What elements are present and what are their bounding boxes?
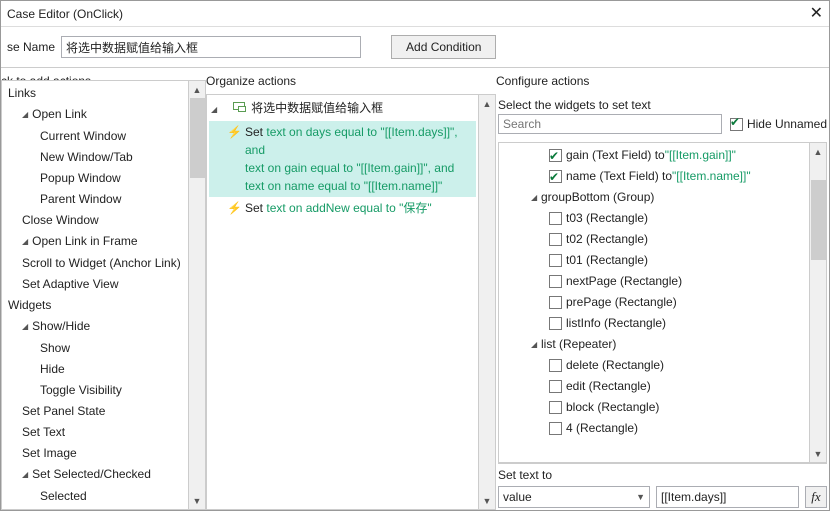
tree-item[interactable]: Scroll to Widget (Anchor Link) bbox=[4, 253, 186, 274]
widget-checkbox[interactable] bbox=[549, 170, 562, 183]
widget-checkbox[interactable] bbox=[549, 401, 562, 414]
case-editor-dialog: Case Editor (OnClick) ✕ se Name Add Cond… bbox=[0, 0, 830, 511]
widget-row[interactable]: t02 (Rectangle) bbox=[501, 229, 807, 250]
scroll-up-icon[interactable]: ▲ bbox=[810, 143, 826, 160]
widget-row[interactable]: delete (Rectangle) bbox=[501, 355, 807, 376]
configure-panel: Configure actions Select the widgets to … bbox=[496, 67, 829, 510]
scroll-down-icon[interactable]: ▼ bbox=[479, 492, 495, 509]
widget-tree[interactable]: gain (Text Field) to "[[Item.gain]]"name… bbox=[499, 143, 809, 462]
search-input[interactable] bbox=[498, 114, 722, 134]
widget-row[interactable]: t03 (Rectangle) bbox=[501, 208, 807, 229]
fx-button[interactable]: fx bbox=[805, 486, 827, 508]
widget-checkbox[interactable] bbox=[549, 233, 562, 246]
scroll-up-icon[interactable]: ▲ bbox=[189, 81, 205, 98]
add-condition-button[interactable]: Add Condition bbox=[391, 35, 496, 59]
widget-group[interactable]: ◢list (Repeater) bbox=[501, 334, 807, 355]
scroll-thumb[interactable] bbox=[190, 98, 205, 178]
widget-checkbox[interactable] bbox=[549, 254, 562, 267]
tree-item[interactable]: Close Window bbox=[4, 210, 186, 231]
select-widgets-label: Select the widgets to set text bbox=[498, 96, 827, 114]
tree-item[interactable]: Hide bbox=[4, 359, 186, 380]
scroll-down-icon[interactable]: ▼ bbox=[810, 445, 826, 462]
tree-item[interactable]: Toggle Visibility bbox=[4, 380, 186, 401]
tree-item[interactable]: Popup Window bbox=[4, 168, 186, 189]
action-item[interactable]: ⚡Set text on addNew equal to "保存" bbox=[209, 197, 476, 219]
scrollbar[interactable]: ▲ ▼ bbox=[809, 143, 826, 462]
tree-item[interactable]: Open Link in Frame bbox=[4, 231, 186, 253]
tree-item[interactable]: Selected bbox=[4, 486, 186, 507]
set-text-to-label: Set text to bbox=[498, 468, 827, 482]
close-icon[interactable]: ✕ bbox=[810, 3, 823, 23]
tree-item[interactable]: Current Window bbox=[4, 126, 186, 147]
tree-item[interactable]: Set Panel State bbox=[4, 401, 186, 422]
widget-checkbox[interactable] bbox=[549, 275, 562, 288]
widget-row[interactable]: block (Rectangle) bbox=[501, 397, 807, 418]
widget-row[interactable]: t01 (Rectangle) bbox=[501, 250, 807, 271]
tree-item[interactable]: New Window/Tab bbox=[4, 147, 186, 168]
configure-heading: Configure actions bbox=[496, 68, 829, 94]
scroll-thumb[interactable] bbox=[811, 180, 826, 260]
value-input[interactable]: [[Item.days]] bbox=[656, 486, 799, 508]
window-title: Case Editor (OnClick) bbox=[7, 7, 123, 21]
widget-checkbox[interactable] bbox=[549, 422, 562, 435]
actions-panel: ck to add actions LinksOpen LinkCurrent … bbox=[1, 67, 206, 510]
widget-checkbox[interactable] bbox=[549, 149, 562, 162]
bolt-icon: ⚡ bbox=[227, 123, 241, 141]
title-bar: Case Editor (OnClick) ✕ bbox=[1, 1, 829, 27]
scrollbar[interactable]: ▲ ▼ bbox=[188, 81, 205, 509]
organize-heading: Organize actions bbox=[206, 68, 496, 94]
hide-unnamed-toggle[interactable]: Hide Unnamed bbox=[730, 117, 827, 131]
widget-group[interactable]: ◢groupBottom (Group) bbox=[501, 187, 807, 208]
tree-item[interactable]: Set Selected/Checked bbox=[4, 464, 186, 486]
tree-item[interactable]: Links bbox=[4, 83, 186, 104]
tree-item[interactable]: Set Adaptive View bbox=[4, 274, 186, 295]
tree-item[interactable]: Set Image bbox=[4, 443, 186, 464]
actions-tree[interactable]: LinksOpen LinkCurrent WindowNew Window/T… bbox=[2, 81, 188, 509]
scroll-down-icon[interactable]: ▼ bbox=[189, 492, 205, 509]
bolt-icon: ⚡ bbox=[227, 199, 241, 217]
widget-row[interactable]: name (Text Field) to "[[Item.name]]" bbox=[501, 166, 807, 187]
widget-checkbox[interactable] bbox=[549, 359, 562, 372]
widget-row[interactable]: edit (Rectangle) bbox=[501, 376, 807, 397]
case-name-label: se Name bbox=[7, 40, 55, 54]
case-name-row: se Name Add Condition bbox=[1, 27, 829, 67]
widget-row[interactable]: prePage (Rectangle) bbox=[501, 292, 807, 313]
widget-checkbox[interactable] bbox=[549, 317, 562, 330]
scroll-up-icon[interactable]: ▲ bbox=[479, 95, 495, 112]
value-type-select[interactable]: value ▼ bbox=[498, 486, 650, 508]
action-item[interactable]: ⚡Set text on days equal to "[[Item.days]… bbox=[209, 121, 476, 197]
scrollbar[interactable]: ▲ ▼ bbox=[478, 95, 495, 509]
tree-item[interactable]: Open Link bbox=[4, 104, 186, 126]
widget-checkbox[interactable] bbox=[549, 296, 562, 309]
widget-checkbox[interactable] bbox=[549, 380, 562, 393]
chevron-down-icon: ▼ bbox=[636, 492, 645, 502]
tree-item[interactable]: Show/Hide bbox=[4, 316, 186, 338]
hide-unnamed-checkbox[interactable] bbox=[730, 118, 743, 131]
tree-item[interactable]: Parent Window bbox=[4, 189, 186, 210]
widget-row[interactable]: listInfo (Rectangle) bbox=[501, 313, 807, 334]
case-icon bbox=[233, 102, 247, 112]
case-name-input[interactable] bbox=[61, 36, 361, 58]
widget-row[interactable]: nextPage (Rectangle) bbox=[501, 271, 807, 292]
widget-row[interactable]: 4 (Rectangle) bbox=[501, 418, 807, 439]
actions-heading: ck to add actions bbox=[1, 68, 206, 80]
case-header[interactable]: ◢将选中数据赋值给输入框 bbox=[209, 97, 476, 121]
tree-item[interactable]: Show bbox=[4, 338, 186, 359]
organize-panel: Organize actions ◢将选中数据赋值给输入框⚡Set text o… bbox=[206, 67, 496, 510]
widget-row[interactable]: gain (Text Field) to "[[Item.gain]]" bbox=[501, 145, 807, 166]
tree-item[interactable]: Widgets bbox=[4, 295, 186, 316]
organize-list[interactable]: ◢将选中数据赋值给输入框⚡Set text on days equal to "… bbox=[207, 95, 478, 509]
tree-item[interactable]: Set Text bbox=[4, 422, 186, 443]
widget-checkbox[interactable] bbox=[549, 212, 562, 225]
